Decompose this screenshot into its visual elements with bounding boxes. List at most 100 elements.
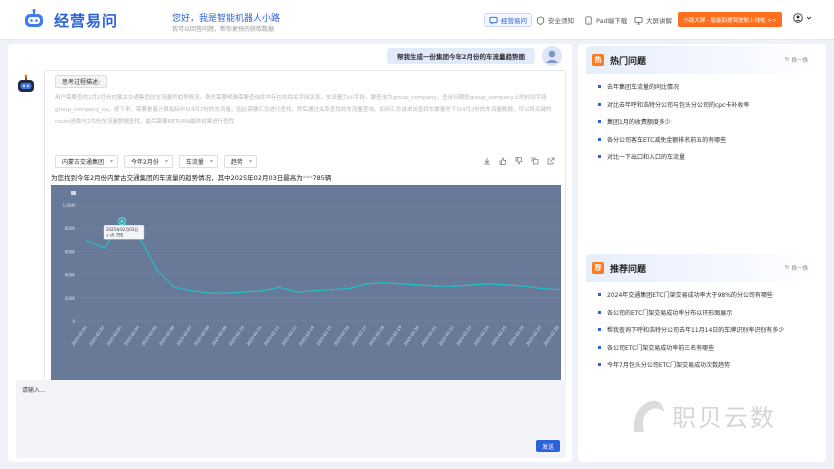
summary-unit: 785辆 xyxy=(312,174,332,182)
x-tick-label: 2025-02-13 xyxy=(280,324,298,346)
x-tick-label: 2025-02-16 xyxy=(333,324,351,346)
question-item[interactable]: 各公司ETC门架交易成功率前三名有哪些 xyxy=(598,339,808,357)
filter-chip[interactable]: 内蒙古交通集团 ▾ xyxy=(55,155,119,168)
robot-logo-icon xyxy=(25,9,43,27)
bullet-icon xyxy=(598,363,601,367)
tooltip-marker xyxy=(106,234,109,237)
bullet-icon xyxy=(598,328,601,332)
user-icon xyxy=(793,13,803,23)
user-menu[interactable] xyxy=(793,13,812,23)
x-tick-label: 2025-02-08 xyxy=(193,324,211,346)
question-item[interactable]: 各公司的ETC门架交易成功率分布以环形图展示 xyxy=(598,304,808,322)
filter-chip[interactable]: 车流量 ▾ xyxy=(178,155,218,168)
x-tick-label: 2025-02-05 xyxy=(140,324,158,346)
refresh-button[interactable]: ↻ 换一换 xyxy=(785,56,808,64)
hot-questions-card: 热 热门问题 ↻ 换一换 去年集团车流量的同比情况 对比去年呼和浩特分公司与包头分… xyxy=(586,46,818,166)
filter-chip[interactable]: 今年2月份 ▾ xyxy=(124,155,173,168)
app-title: 经营易问 xyxy=(54,12,119,30)
refresh-label: 换一换 xyxy=(791,58,808,64)
watermark-text: 职贝云数 xyxy=(672,404,776,432)
summary-text: 为您找到今年2月份内蒙古交通集团的车流量的趋势情况，其中2025年02月03日最… xyxy=(51,174,303,182)
question-text: 各公司ETC门架交易成功率前三名有哪些 xyxy=(607,344,715,352)
recommended-questions-card: 荐 推荐问题 ↻ 换一换 2024年交通集团ETC门架交易成功率大于98%的分公司… xyxy=(586,254,818,374)
x-tick-label: 2025-02-01 xyxy=(70,324,88,346)
y-tick-label: 600K xyxy=(65,249,76,254)
question-item[interactable]: 帮我查询下呼和浩特分公司去年11月14日的车牌识别率识别有多少 xyxy=(598,321,808,339)
chip-label: 趋势 xyxy=(230,159,243,166)
greeting-text: 您好，我是智能机器人小路 xyxy=(172,14,281,24)
answer-summary: 为您找到今年2月份内蒙古交通集团的车流量的趋势情况，其中2025年02月03日最… xyxy=(51,172,331,182)
question-text: 集团1月的收费额度多少 xyxy=(607,119,671,127)
data-point xyxy=(365,282,368,285)
question-text: 对比一下出口和入口的车流量 xyxy=(607,154,686,162)
data-point xyxy=(103,247,106,249)
x-tick-label: 2025-02-24 xyxy=(472,324,490,346)
data-point xyxy=(313,289,316,292)
watermark-logo-icon xyxy=(633,400,664,432)
question-text: 2024年交通集团ETC门架交易成功率大于98%的分公司有哪些 xyxy=(607,292,773,300)
question-item[interactable]: 对比去年呼和浩特分公司与包头分公司的cpc卡补收率 xyxy=(598,96,808,114)
dislike-icon[interactable] xyxy=(515,157,523,165)
x-tick-label: 2025-02-09 xyxy=(210,324,228,346)
promo-banner[interactable]: 小路大屏 · 智能助理驾驶舱上线啦 >> xyxy=(678,12,782,27)
copy-icon[interactable] xyxy=(531,157,539,165)
question-item[interactable]: 各分公司客车ETC减免金额排名前五的有哪些 xyxy=(598,131,808,149)
x-tick-label: 2025-02-03 xyxy=(105,324,123,346)
x-tick-label: 2025-02-23 xyxy=(455,324,473,346)
question-item[interactable]: 集团1月的收费额度多少 xyxy=(598,113,808,131)
bullet-icon xyxy=(598,137,601,141)
nav-screen-explain[interactable]: 大屏讲解 xyxy=(630,13,676,27)
nav-label: Pad端下载 xyxy=(596,17,628,25)
x-tick-label: 2025-02-19 xyxy=(385,324,403,346)
filter-chips: 内蒙古交通集团 ▾ 今年2月份 ▾ 车流量 ▾ 趋势 ▾ xyxy=(55,155,257,168)
bullet-icon xyxy=(598,293,601,297)
x-tick-label: 2025-02-06 xyxy=(158,324,176,346)
chip-label: 车流量 xyxy=(185,159,204,166)
y-tick-label: 1,00M xyxy=(63,203,76,208)
like-icon[interactable] xyxy=(499,157,507,165)
x-tick-label: 2025-02-15 xyxy=(315,324,333,346)
data-point xyxy=(505,284,508,286)
question-text: 各分公司客车ETC减免金额排名前五的有哪些 xyxy=(607,136,727,144)
question-item[interactable]: 今年7月包头分公司ETC门架交易成功次数趋势 xyxy=(598,356,808,374)
x-tick-label: 2025-02-07 xyxy=(175,324,193,346)
nav-jingying-yiwen[interactable]: 经营易问 xyxy=(484,13,532,27)
bullet-icon xyxy=(598,102,601,106)
bullet-icon xyxy=(598,85,601,89)
message-input[interactable]: 请输入... 发送 xyxy=(16,380,566,458)
question-text: 帮我查询下呼和浩特分公司去年11月14日的车牌识别率识别有多少 xyxy=(607,327,785,335)
data-point xyxy=(383,281,386,284)
x-tick-label: 2025-02-20 xyxy=(403,324,421,346)
x-tick-label: 2025-02-17 xyxy=(350,324,368,346)
question-item[interactable]: 2024年交通集团ETC门架交易成功率大于98%的分公司有哪些 xyxy=(598,286,808,304)
nav-label: 经营易问 xyxy=(501,17,527,25)
download-icon[interactable] xyxy=(483,157,491,165)
data-point xyxy=(86,240,88,242)
refresh-icon: ↻ xyxy=(784,265,790,271)
question-text: 今年7月包头分公司ETC门架交易成功次数趋势 xyxy=(607,362,731,370)
question-text: 各公司的ETC门架交易成功率分布以环形图展示 xyxy=(607,309,733,317)
x-tick-label: 2025-02-12 xyxy=(263,324,281,346)
tooltip-value: cll 785 xyxy=(110,233,124,238)
y-tick-label: 800K xyxy=(65,226,76,231)
refresh-icon: ↻ xyxy=(784,57,790,63)
filter-chip[interactable]: 趋势 ▾ xyxy=(223,155,257,168)
data-point xyxy=(190,289,193,292)
data-point xyxy=(278,286,281,289)
question-item[interactable]: 对比一下出口和入口的车流量 xyxy=(598,148,808,166)
refresh-button[interactable]: ↻ 换一换 xyxy=(785,264,808,272)
traffic-trend-chart[interactable]: 1,00M 800K 600K 400K 200K 0 2025-02-01 2025-02-… xyxy=(51,185,561,381)
chip-label: 内蒙古交通集团 xyxy=(62,159,105,166)
thinking-toggle-button[interactable]: 思考过程描述: xyxy=(55,75,108,88)
send-button[interactable]: 发送 xyxy=(536,440,560,452)
nav-label: 大屏讲解 xyxy=(646,17,672,25)
nav-pad-download[interactable]: Pad端下载 xyxy=(580,13,631,27)
fire-icon: 热 xyxy=(592,54,604,66)
legend-marker xyxy=(71,191,76,195)
nav-label: 安全须知 xyxy=(548,17,574,25)
chevron-down-icon: ▾ xyxy=(164,158,168,165)
x-tick-label: 2025-02-04 xyxy=(123,324,141,346)
nav-safety-notice[interactable]: 安全须知 xyxy=(532,13,578,27)
share-icon[interactable] xyxy=(547,157,555,165)
question-item[interactable]: 去年集团车流量的同比情况 xyxy=(598,78,808,96)
